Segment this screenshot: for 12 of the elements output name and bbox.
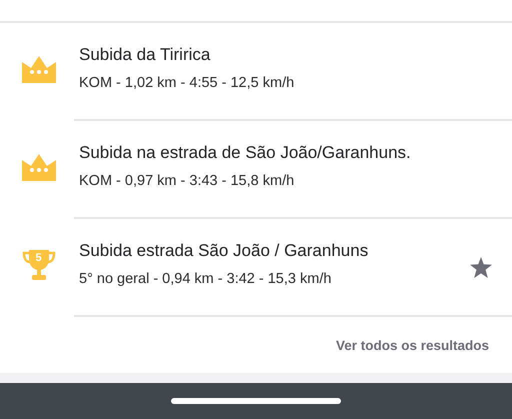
- crown-icon: [22, 154, 56, 180]
- star-icon[interactable]: [470, 256, 492, 278]
- segment-name: Subida da Tiririca: [79, 45, 212, 65]
- segment-details: KOM - 0,97 km - 3:43 - 15,8 km/h: [79, 173, 296, 189]
- rank-number: 5: [34, 252, 43, 264]
- segment-details: KOM - 1,02 km - 4:55 - 12,5 km/h: [79, 75, 296, 91]
- trophy-icon: [22, 249, 56, 281]
- crown-icon: [22, 56, 56, 82]
- segment-details: 5° no geral - 0,94 km - 3:42 - 15,3 km/h: [79, 271, 332, 287]
- segment-name: Subida estrada São João / Garanhuns: [79, 241, 370, 261]
- segment-name: Subida na estrada de São João/Garanhuns.: [79, 143, 412, 163]
- see-all-link[interactable]: Ver todos os resultados: [336, 338, 489, 352]
